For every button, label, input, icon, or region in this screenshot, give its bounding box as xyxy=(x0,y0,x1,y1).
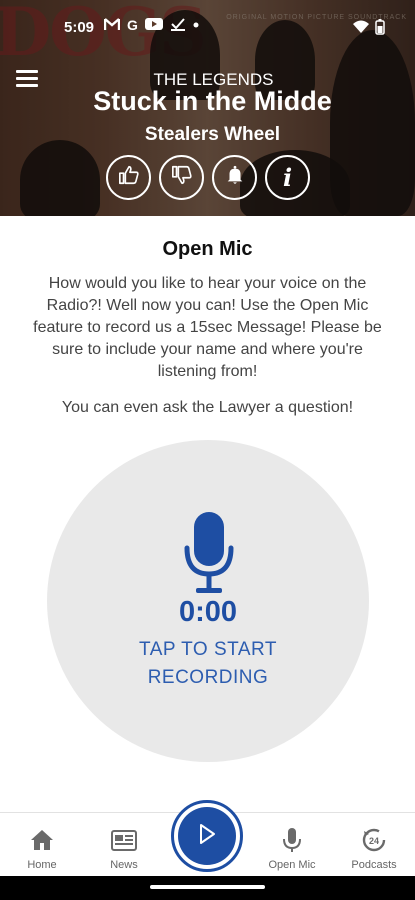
dot-icon xyxy=(193,17,199,34)
microphone-icon xyxy=(184,512,234,594)
task-icon xyxy=(170,17,186,34)
status-bar: 5:09 G xyxy=(0,0,415,42)
open-mic-lawyer-note: You can even ask the Lawyer a question! xyxy=(61,399,354,416)
now-playing-header: DOGS ORIGINAL MOTION PICTURE SOUNDTRACK … xyxy=(0,0,415,216)
alert-button[interactable] xyxy=(212,155,257,200)
nav-item-podcasts[interactable]: 24 Podcasts xyxy=(334,813,414,877)
thumbs-down-icon xyxy=(171,164,193,191)
play-button[interactable] xyxy=(171,800,243,872)
nav-item-open-mic[interactable]: Open Mic xyxy=(252,813,332,877)
status-time: 5:09 xyxy=(64,19,95,36)
thumbs-up-button[interactable] xyxy=(106,155,151,200)
song-title: Stuck in the Midde xyxy=(93,86,332,116)
artist-name: Stealers Wheel xyxy=(144,124,281,145)
system-gesture-bar xyxy=(0,876,415,900)
nav-label-home: Home xyxy=(27,859,57,871)
open-mic-panel: Open Mic How would you like to hear your… xyxy=(0,216,415,812)
youtube-icon xyxy=(144,17,163,34)
nav-label-podcasts: Podcasts xyxy=(351,859,397,871)
google-icon: G xyxy=(127,17,138,33)
info-button[interactable]: i xyxy=(265,155,310,200)
now-playing-actions: i xyxy=(106,155,310,200)
home-icon xyxy=(29,827,55,853)
open-mic-description: How would you like to hear your voice on… xyxy=(33,275,382,380)
page-title: Open Mic xyxy=(162,238,253,260)
home-gesture-handle[interactable] xyxy=(150,885,265,889)
svg-text:24: 24 xyxy=(369,836,379,846)
battery-icon xyxy=(375,19,385,39)
nav-label-open-mic: Open Mic xyxy=(268,859,316,871)
gmail-icon xyxy=(103,17,121,34)
play-button-inner xyxy=(178,807,236,865)
bell-icon xyxy=(224,164,246,191)
nav-label-news: News xyxy=(110,859,138,871)
nav-item-news[interactable]: News xyxy=(84,813,164,877)
nav-item-home[interactable]: Home xyxy=(2,813,82,877)
info-icon: i xyxy=(282,163,293,192)
podcast-24-icon: 24 xyxy=(361,827,387,853)
play-icon xyxy=(196,822,218,851)
record-button[interactable]: 0:00 TAP TO START RECORDING xyxy=(47,440,369,762)
thumbs-down-button[interactable] xyxy=(159,155,204,200)
record-instruction: TAP TO START RECORDING xyxy=(139,639,277,688)
wifi-icon xyxy=(353,20,369,38)
thumbs-up-icon xyxy=(118,164,140,191)
recording-timer: 0:00 xyxy=(178,596,238,628)
news-icon xyxy=(111,827,137,853)
microphone-icon xyxy=(279,827,305,853)
